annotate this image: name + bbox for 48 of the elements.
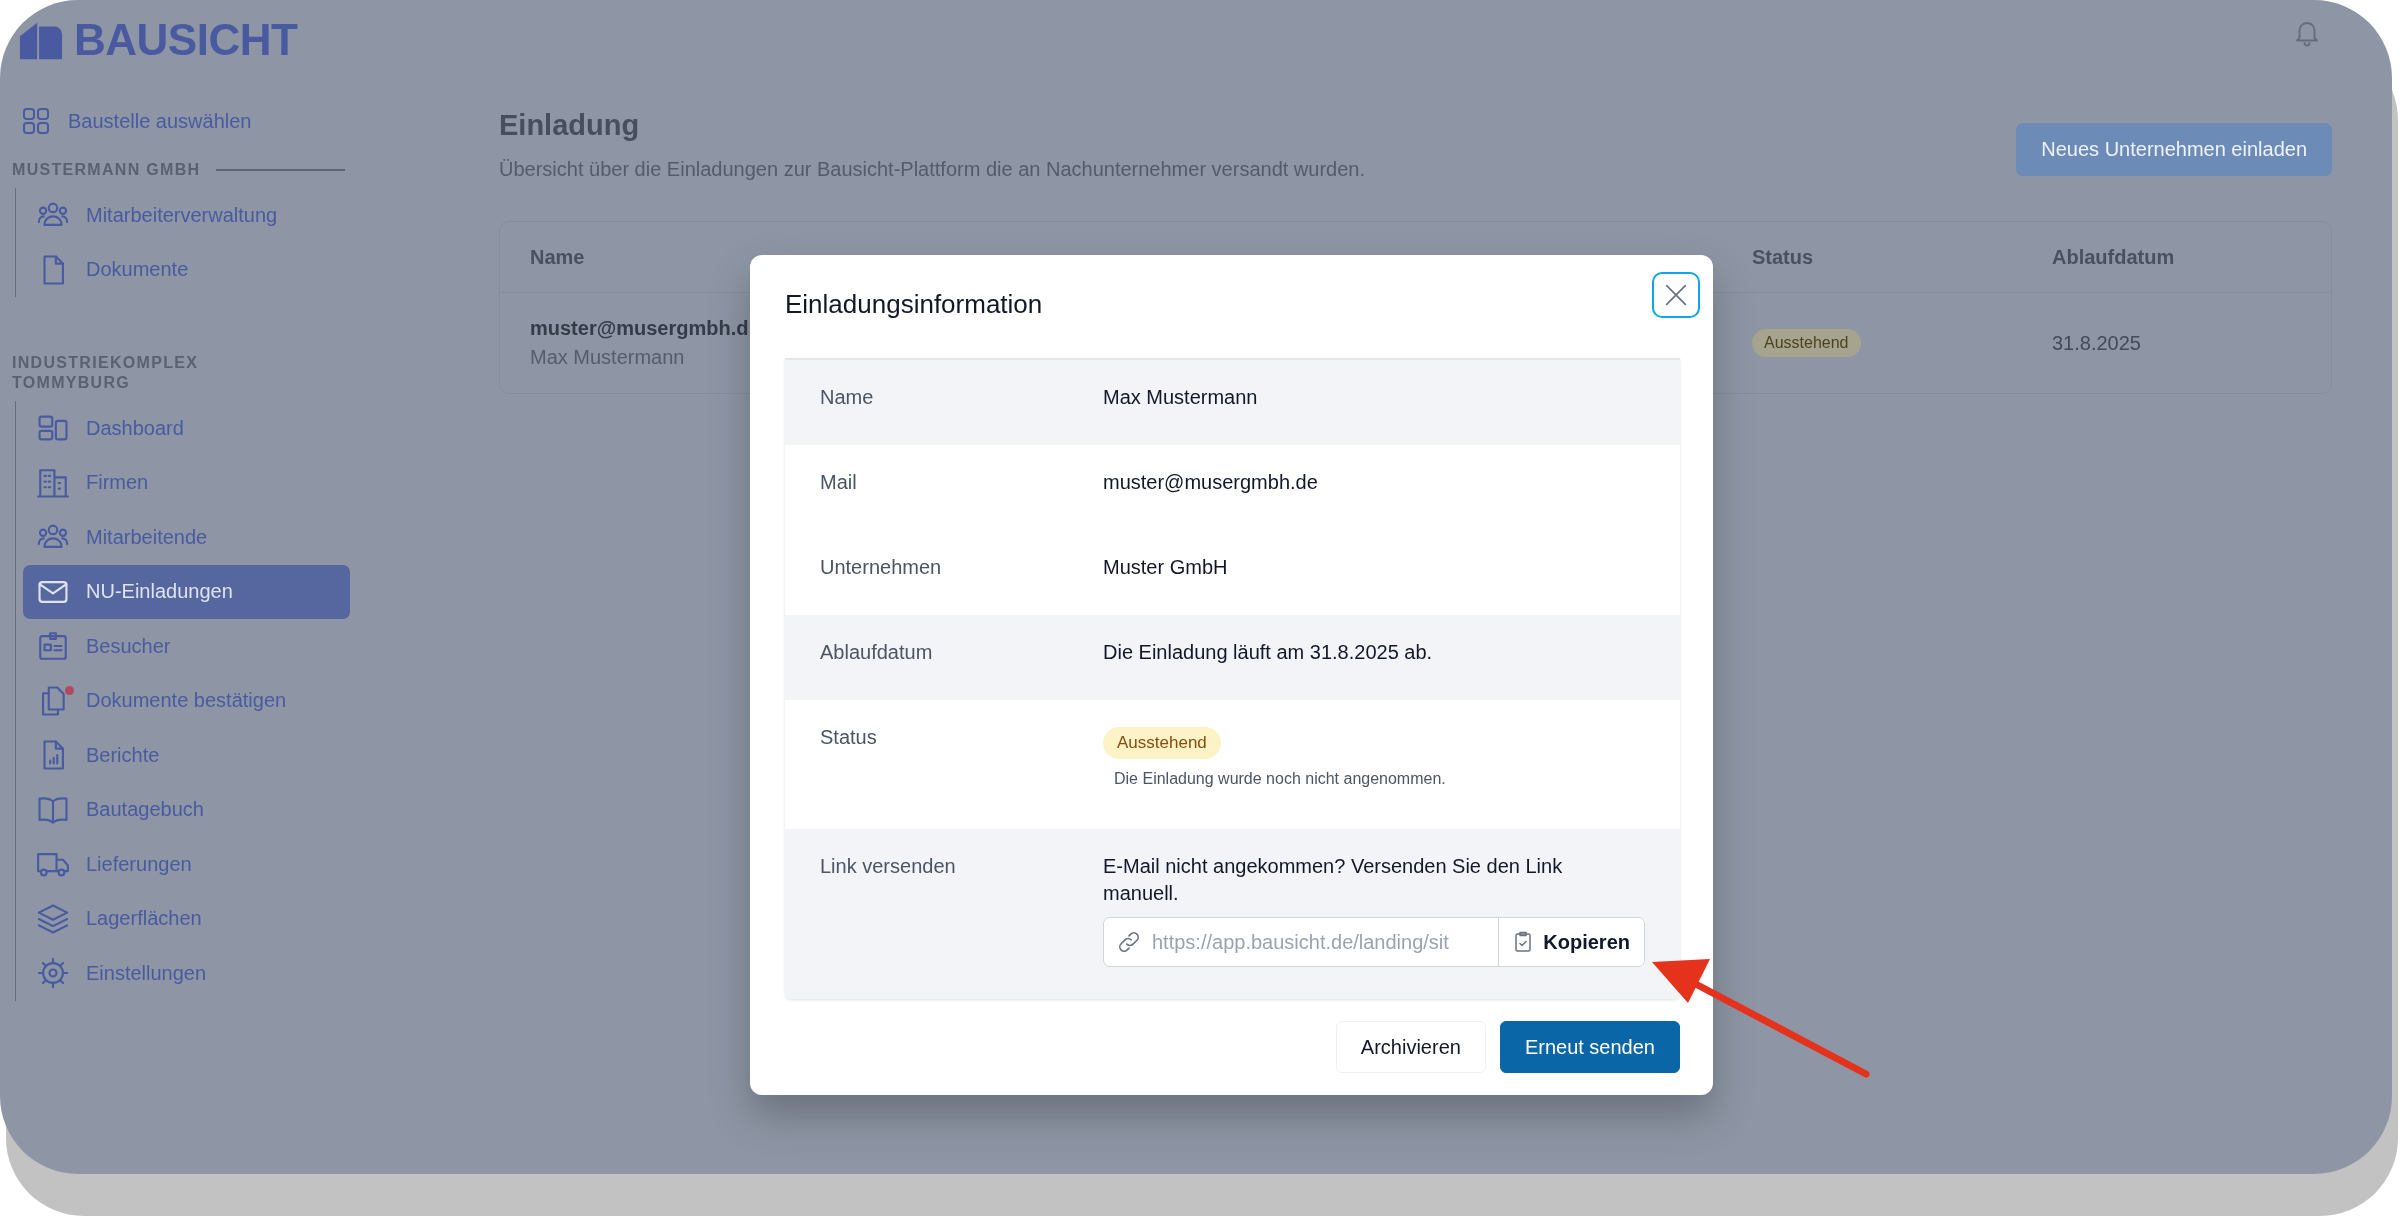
nav-item[interactable]: Lieferungen: [23, 837, 350, 892]
field-value: Muster GmbH: [1103, 556, 1228, 578]
field-value: Max Mustermann: [1103, 386, 1258, 408]
status-badge: Ausstehend: [1103, 727, 1221, 759]
nav-item[interactable]: Dashboard: [23, 401, 350, 456]
field-value: muster@musergmbh.de: [1103, 471, 1318, 493]
link-field[interactable]: https://app.bausicht.de/landing/sit: [1152, 922, 1497, 962]
modal-title: Einladungsinformation: [785, 289, 1043, 320]
resend-button[interactable]: Erneut senden: [1499, 1021, 1680, 1073]
field-label: Status: [820, 726, 877, 748]
status-badge: Ausstehend: [1752, 329, 1861, 357]
grid-icon: [20, 105, 52, 137]
archive-button[interactable]: Archivieren: [1335, 1021, 1486, 1073]
field-label: Link versenden: [820, 855, 956, 877]
invite-company-button[interactable]: Neues Unternehmen einladen: [2016, 123, 2332, 176]
field-value: Die Einladung läuft am 31.8.2025 ab.: [1103, 641, 1433, 663]
site-select-link[interactable]: Baustelle auswählen: [0, 104, 252, 138]
nav-item[interactable]: Bautagebuch: [23, 782, 350, 837]
close-button[interactable]: [1652, 272, 1700, 318]
status-note: Die Einladung wurde noch nicht angenommen.: [1114, 770, 1446, 787]
nav-item[interactable]: Dokumente: [23, 242, 350, 297]
nav-item[interactable]: Mitarbeitende: [23, 510, 350, 565]
table-cell: muster@musergmbh.d: [530, 317, 749, 339]
nav-item[interactable]: Besucher: [23, 619, 350, 674]
copy-button[interactable]: Kopieren: [1498, 918, 1644, 966]
nav-item[interactable]: Einstellungen: [23, 946, 350, 1001]
field-label: Unternehmen: [820, 556, 942, 578]
nav-item[interactable]: Mitarbeiterverwaltung: [23, 188, 350, 243]
logo-text: BAUSICHT: [74, 15, 298, 65]
nav-item[interactable]: Firmen: [23, 455, 350, 510]
table-cell: Max Mustermann: [530, 346, 685, 368]
copy-link-field[interactable]: https://app.bausicht.de/landing/sit Kopieren: [1103, 917, 1645, 967]
help-text: E-Mail nicht angekommen? Versenden Sie den Link manuell.: [1103, 854, 1564, 906]
field-label: Name: [820, 386, 874, 408]
column-header: Ablaufdatum: [2052, 245, 2175, 268]
nav-item[interactable]: NU-Einladungen: [23, 564, 350, 619]
link-icon: [1116, 929, 1142, 955]
table-cell: 31.8.2025: [2052, 331, 2141, 354]
column-header: Name: [530, 245, 585, 268]
nav-item[interactable]: Lagerflächen: [23, 891, 350, 946]
nav-item[interactable]: Dokumente bestätigen: [23, 673, 350, 728]
page-subtitle: Übersicht über die Einladungen zur Bausicht-Plattform die an Nachunternehmer versandt wurden.: [499, 158, 1366, 181]
column-header: Status: [1752, 245, 1814, 268]
nav-item[interactable]: Berichte: [23, 728, 350, 783]
field-label: Mail: [820, 471, 857, 493]
field-label: Ablaufdatum: [820, 641, 933, 663]
page-title: Einladung: [499, 109, 641, 142]
settings-icon: [36, 956, 70, 991]
